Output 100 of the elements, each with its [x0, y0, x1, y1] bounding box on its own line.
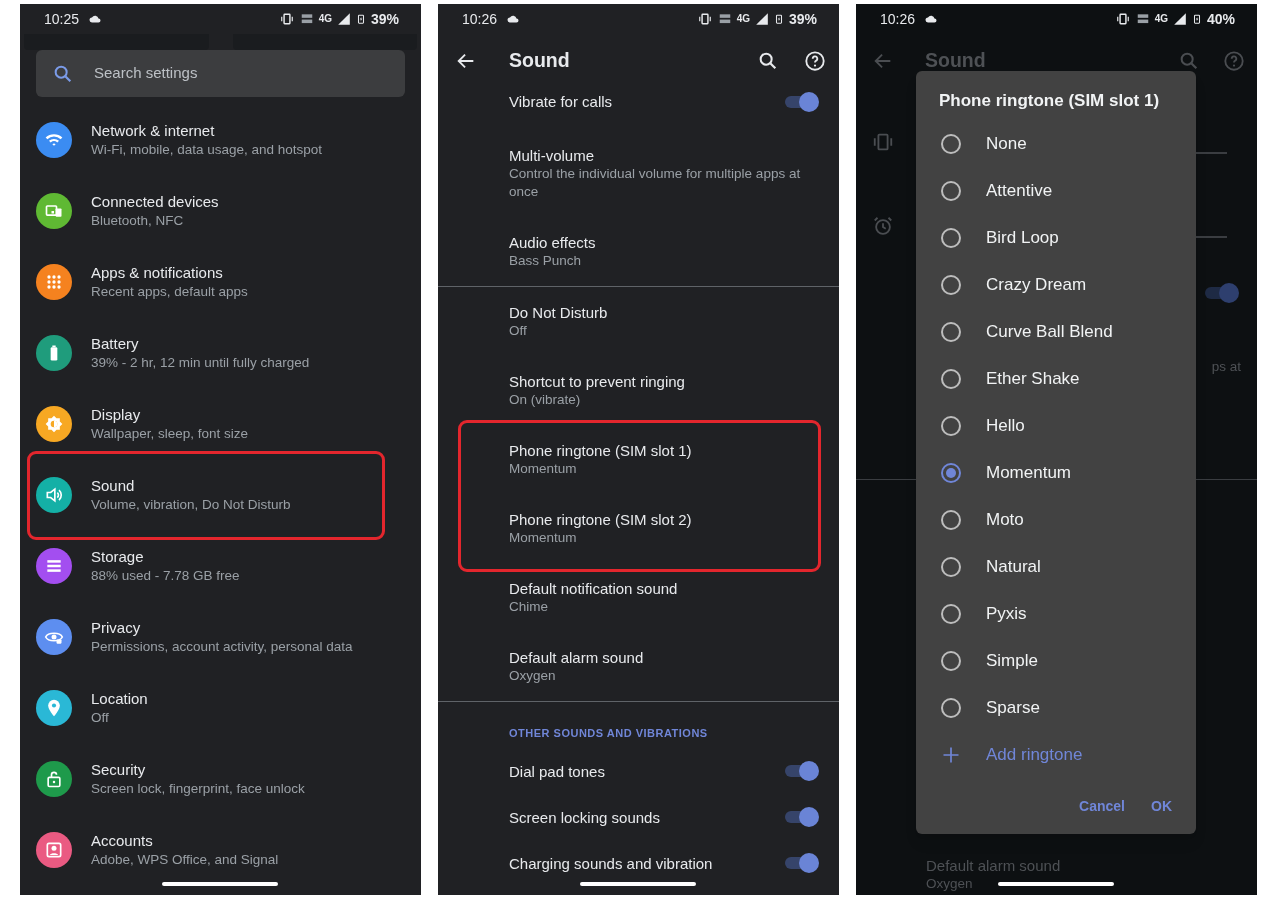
item-subtitle: Bluetooth, NFC: [91, 211, 185, 230]
charging-battery-icon: [773, 12, 784, 26]
ringtone-option[interactable]: Sparse: [916, 684, 1196, 731]
item-title: Security: [91, 759, 147, 779]
radio-button[interactable]: [941, 227, 961, 248]
radio-button[interactable]: [941, 509, 961, 530]
option-label: None: [986, 132, 1027, 155]
option-label: Hello: [986, 414, 1025, 437]
search-field[interactable]: Search settings: [36, 50, 405, 97]
settings-row[interactable]: Audio effects Bass Punch: [438, 217, 839, 286]
vibrate-icon: [1114, 12, 1131, 26]
alarm-clock-icon: [872, 215, 894, 237]
item-title: Network & internet: [91, 120, 216, 140]
ringtone-option[interactable]: Momentum: [916, 449, 1196, 496]
toolbar-title: Sound: [509, 48, 571, 74]
option-label: Bird Loop: [986, 226, 1059, 249]
radio-button[interactable]: [941, 133, 961, 154]
row-title: Phone ringtone (SIM slot 1): [509, 441, 693, 460]
row-title: Do Not Disturb: [509, 303, 609, 322]
ringtone-option[interactable]: Pyxis: [916, 590, 1196, 637]
ringtone-option[interactable]: Hello: [916, 402, 1196, 449]
settings-row[interactable]: Multi-volume Control the individual volume for multiple apps at once: [438, 130, 839, 217]
radio-button[interactable]: [941, 321, 961, 342]
row-subtitle: Momentum: [509, 529, 578, 547]
ringtone-option[interactable]: Attentive: [916, 167, 1196, 214]
radio-button[interactable]: [941, 368, 961, 389]
help-button[interactable]: [803, 49, 827, 73]
toggle-switch[interactable]: [785, 807, 819, 827]
status-time: 10:26: [462, 9, 498, 29]
ringtone-option[interactable]: Natural: [916, 543, 1196, 590]
charging-battery-icon: [355, 12, 366, 26]
search-input[interactable]: Search settings: [94, 62, 344, 85]
settings-row[interactable]: Phone ringtone (SIM slot 2) Momentum: [438, 494, 839, 563]
toggle-switch[interactable]: [785, 92, 819, 112]
toggle-switch[interactable]: [785, 853, 819, 873]
ringtone-option[interactable]: Crazy Dream: [916, 261, 1196, 308]
ringtone-option[interactable]: Ether Shake: [916, 355, 1196, 402]
settings-item[interactable]: Privacy Permissions, account activity, personal data: [20, 601, 421, 672]
item-subtitle: Recent apps, default apps: [91, 282, 248, 301]
settings-item[interactable]: Storage 88% used - 7.78 GB free: [20, 530, 421, 601]
option-label: Natural: [986, 555, 1041, 578]
settings-item[interactable]: Network & internet Wi-Fi, mobile, data usage, and hotspot: [20, 104, 421, 175]
settings-item[interactable]: Display Wallpaper, sleep, font size: [20, 388, 421, 459]
item-title: Location: [91, 688, 148, 708]
radio-button[interactable]: [941, 603, 961, 624]
item-subtitle: Volume, vibration, Do Not Disturb: [91, 495, 291, 514]
settings-row[interactable]: Default alarm sound Oxygen: [438, 632, 839, 701]
radio-button[interactable]: [941, 415, 961, 436]
radio-button[interactable]: [941, 180, 961, 201]
ringtone-option[interactable]: None: [916, 120, 1196, 167]
settings-item[interactable]: Connected devices Bluetooth, NFC: [20, 175, 421, 246]
signal-icon: [754, 12, 769, 26]
radio-button[interactable]: [941, 556, 961, 577]
settings-item[interactable]: Battery 39% - 2 hr, 12 min until fully charged: [20, 317, 421, 388]
toggle-switch[interactable]: [1205, 283, 1239, 303]
row-subtitle: On (vibrate): [509, 391, 582, 409]
radio-button[interactable]: [941, 697, 961, 718]
settings-row[interactable]: Vibrate for calls: [438, 88, 839, 130]
ringtone-option[interactable]: Curve Ball Blend: [916, 308, 1196, 355]
settings-row[interactable]: Screen locking sounds: [438, 794, 839, 840]
settings-row[interactable]: Dial pad tones: [438, 748, 839, 794]
item-subtitle: Adobe, WPS Office, and Signal: [91, 850, 279, 869]
toggle-switch[interactable]: [785, 761, 819, 781]
item-subtitle: Wi-Fi, mobile, data usage, and hotspot: [91, 140, 323, 159]
ringtone-option[interactable]: Simple: [916, 637, 1196, 684]
row-title: Charging sounds and vibration: [509, 853, 713, 873]
option-label: Simple: [986, 649, 1038, 672]
row-title: Screen locking sounds: [509, 807, 660, 827]
settings-row[interactable]: Do Not Disturb Off: [438, 287, 839, 356]
item-title: Connected devices: [91, 191, 219, 211]
radio-button[interactable]: [941, 650, 961, 671]
settings-item[interactable]: Location Off: [20, 672, 421, 743]
settings-item[interactable]: Sound Volume, vibration, Do Not Disturb: [20, 459, 421, 530]
settings-row[interactable]: Shortcut to prevent ringing On (vibrate): [438, 356, 839, 425]
settings-row[interactable]: Charging sounds and vibration: [438, 840, 839, 886]
item-title: Accounts: [91, 830, 154, 850]
radio-button[interactable]: [941, 274, 961, 295]
settings-row[interactable]: Phone ringtone (SIM slot 1) Momentum: [438, 425, 839, 494]
option-label: Ether Shake: [986, 367, 1080, 390]
vibrate-icon: [278, 12, 295, 26]
item-subtitle: Wallpaper, sleep, font size: [91, 424, 249, 443]
ringtone-option[interactable]: Moto: [916, 496, 1196, 543]
row-title: Dial pad tones: [509, 761, 605, 781]
dialog-title: Phone ringtone (SIM slot 1): [938, 90, 1161, 112]
ringtone-option[interactable]: Bird Loop: [916, 214, 1196, 261]
settings-item[interactable]: Security Screen lock, fingerprint, face unlock: [20, 743, 421, 814]
settings-item[interactable]: Apps & notifications Recent apps, default apps: [20, 246, 421, 317]
row-subtitle: Oxygen: [509, 667, 557, 685]
row-title: Multi-volume: [509, 146, 596, 165]
settings-item[interactable]: Accounts Adobe, WPS Office, and Signal: [20, 814, 421, 885]
row-title: Shortcut to prevent ringing: [509, 372, 686, 391]
row-title: Audio effects: [509, 233, 597, 252]
help-icon: [1223, 50, 1245, 72]
item-title: Storage: [91, 546, 145, 566]
radio-button[interactable]: [941, 462, 961, 483]
settings-row[interactable]: Default notification sound Chime: [438, 563, 839, 632]
charging-battery-icon: [1191, 12, 1202, 26]
item-subtitle: 39% - 2 hr, 12 min until fully charged: [91, 353, 310, 372]
option-label: Curve Ball Blend: [986, 320, 1113, 343]
item-title: Sound: [91, 475, 136, 495]
